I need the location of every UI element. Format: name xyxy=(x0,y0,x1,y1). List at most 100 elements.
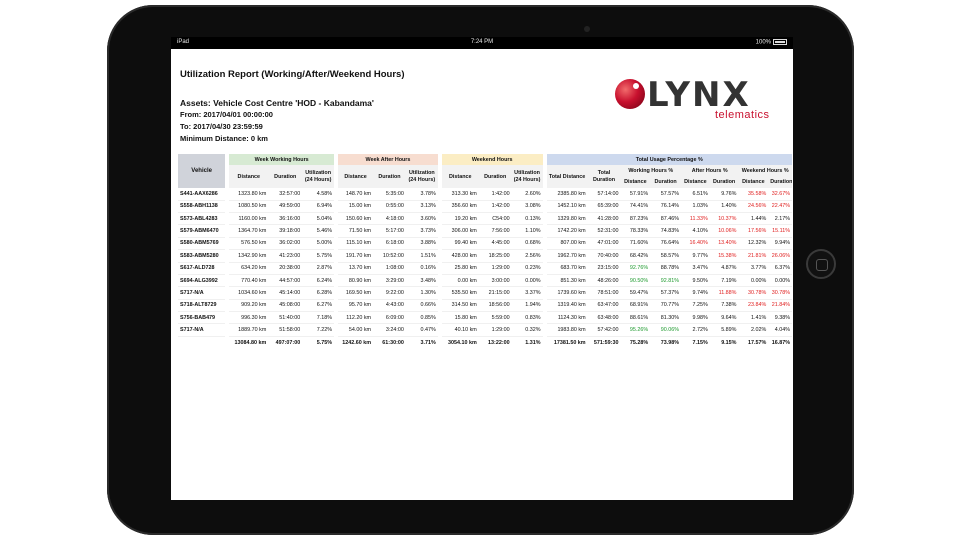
table-cell: 9.50% xyxy=(681,274,710,288)
table-cell: 6.94% xyxy=(302,200,337,213)
col-utilization: Utilization (24 Hours) xyxy=(405,165,440,189)
from-date: From: 2017/04/01 00:00:00 xyxy=(180,110,273,119)
table-row: S717-N/A 1034.60 km 45:14:00 6.28% 169.50 km… xyxy=(178,286,792,300)
table-cell: 4.58% xyxy=(302,188,337,201)
col-after-pct: After Hours % xyxy=(681,165,739,177)
logo-ball-icon xyxy=(615,79,645,109)
vehicle-cell: S573-ABL4283 xyxy=(178,212,228,226)
total-cell: 3.71% xyxy=(405,335,440,349)
table-cell: 71.50 km xyxy=(334,224,374,238)
total-cell xyxy=(178,335,228,349)
screen: iPad 7:24 PM 100% Utilization Report (Wo… xyxy=(171,37,793,500)
camera-icon xyxy=(584,26,590,32)
table-cell: 169.50 km xyxy=(334,286,374,300)
table-cell: 1:29:00 xyxy=(478,323,512,337)
table-cell: 74.41% xyxy=(620,200,651,213)
table-row: S573-ABL4283 1160.00 km 36:16:00 5.04% 150.6… xyxy=(178,212,792,226)
table-cell: 996.30 km xyxy=(225,311,269,325)
table-cell: 4.04% xyxy=(768,323,792,337)
total-cell: 17.57% xyxy=(738,335,769,349)
table-cell: 4.10% xyxy=(681,224,710,238)
table-cell: 11.33% xyxy=(681,212,710,226)
table-cell: 63:47:00 xyxy=(587,299,621,313)
table-cell: 57.37% xyxy=(650,286,682,300)
total-cell: 13084.80 km xyxy=(225,335,269,349)
table-cell: 36:02:00 xyxy=(268,237,303,251)
table-cell: 21.81% xyxy=(738,249,769,263)
table-cell: 1962.70 km xyxy=(542,249,588,263)
col-distance: Distance xyxy=(620,176,651,189)
logo-subtext: telematics xyxy=(715,109,770,121)
table-cell: 32:57:00 xyxy=(268,188,303,201)
vehicle-cell: S617-ALD728 xyxy=(178,262,228,275)
col-duration: Duration xyxy=(709,176,739,189)
table-cell: 2.02% xyxy=(738,323,769,337)
table-cell: 0.68% xyxy=(511,237,545,251)
table-cell: 5.75% xyxy=(302,249,337,263)
table-cell: 57:42:00 xyxy=(587,323,621,337)
report-title: Utilization Report (Working/After/Weeken… xyxy=(180,69,405,80)
total-cell: 9.15% xyxy=(709,335,739,349)
table-cell: 15.00 km xyxy=(334,200,374,213)
table-cell: 54.00 km xyxy=(334,323,374,337)
table-cell: 0.00% xyxy=(738,274,769,288)
table-cell: 51:58:00 xyxy=(268,323,303,337)
table-cell: 52:31:00 xyxy=(587,224,621,238)
table-cell: 1452.10 km xyxy=(542,200,588,213)
table-cell: 41:28:00 xyxy=(587,212,621,226)
total-cell: 17381.50 km xyxy=(542,335,588,349)
col-working-pct: Working Hours % xyxy=(620,165,682,177)
table-body: S441-AAX6286 1323.80 km 32:57:00 4.58% 148.7… xyxy=(178,188,792,337)
to-date: To: 2017/04/30 23:59:59 xyxy=(180,122,263,131)
table-cell: 3.13% xyxy=(405,200,440,213)
header-vehicle: Vehicle xyxy=(178,154,228,189)
lynx-logo: LYNX telematics xyxy=(611,75,781,127)
table-cell: 1364.70 km xyxy=(225,224,269,238)
table-cell: 112.20 km xyxy=(334,311,374,325)
table-cell: 9.77% xyxy=(681,249,710,263)
table-cell: 4:18:00 xyxy=(373,212,406,226)
col-distance: Distance xyxy=(225,165,269,189)
total-cell: 75.28% xyxy=(620,335,651,349)
table-cell: 11.88% xyxy=(709,286,739,300)
table-cell: 7.18% xyxy=(302,311,337,325)
col-weekend-pct: Weekend Hours % xyxy=(738,165,792,177)
table-cell: 4.87% xyxy=(709,262,739,275)
table-cell: 807.00 km xyxy=(542,237,588,251)
table-cell: 0.00 km xyxy=(437,274,479,288)
vehicle-cell: S583-ABM5280 xyxy=(178,249,228,263)
table-cell: 909.20 km xyxy=(225,299,269,313)
vehicle-cell: S558-ABH1138 xyxy=(178,200,228,213)
table-cell: 0.85% xyxy=(405,311,440,325)
table-cell: 9.64% xyxy=(709,311,739,325)
table-cell: 68.91% xyxy=(620,299,651,313)
home-button[interactable] xyxy=(806,249,836,279)
table-cell: 313.30 km xyxy=(437,188,479,201)
table-cell: 7.38% xyxy=(709,299,739,313)
table-cell: 15.11% xyxy=(768,224,792,238)
table-cell: 3:24:00 xyxy=(373,323,406,337)
table-cell: 16.40% xyxy=(681,237,710,251)
report-meta: Assets: Vehicle Cost Centre 'HOD - Kaban… xyxy=(180,97,374,145)
table-row: S441-AAX6286 1323.80 km 32:57:00 4.58% 148.7… xyxy=(178,188,792,201)
table-cell: 5.04% xyxy=(302,212,337,226)
total-cell: 3054.10 km xyxy=(437,335,479,349)
home-square-icon xyxy=(816,259,828,271)
table-cell: 0.47% xyxy=(405,323,440,337)
table-cell: 36:16:00 xyxy=(268,212,303,226)
table-cell: 6:09:00 xyxy=(373,311,406,325)
table-cell: 6.27% xyxy=(302,299,337,313)
table-cell: 3.08% xyxy=(511,200,545,213)
table-cell: 15.38% xyxy=(709,249,739,263)
table-cell: 19.20 km xyxy=(437,212,479,226)
col-total-duration: Total Duration xyxy=(587,165,621,189)
table-cell: 1:08:00 xyxy=(373,262,406,275)
table-cell: 5:59:00 xyxy=(478,311,512,325)
table-cell: 78:51:00 xyxy=(587,286,621,300)
table-cell: 68.42% xyxy=(620,249,651,263)
table-cell: 7.25% xyxy=(681,299,710,313)
vehicle-cell: S717-N/A xyxy=(178,286,228,300)
col-duration: Duration xyxy=(768,176,792,189)
table-cell: C54:00 xyxy=(478,212,512,226)
table-cell: 6.28% xyxy=(302,286,337,300)
